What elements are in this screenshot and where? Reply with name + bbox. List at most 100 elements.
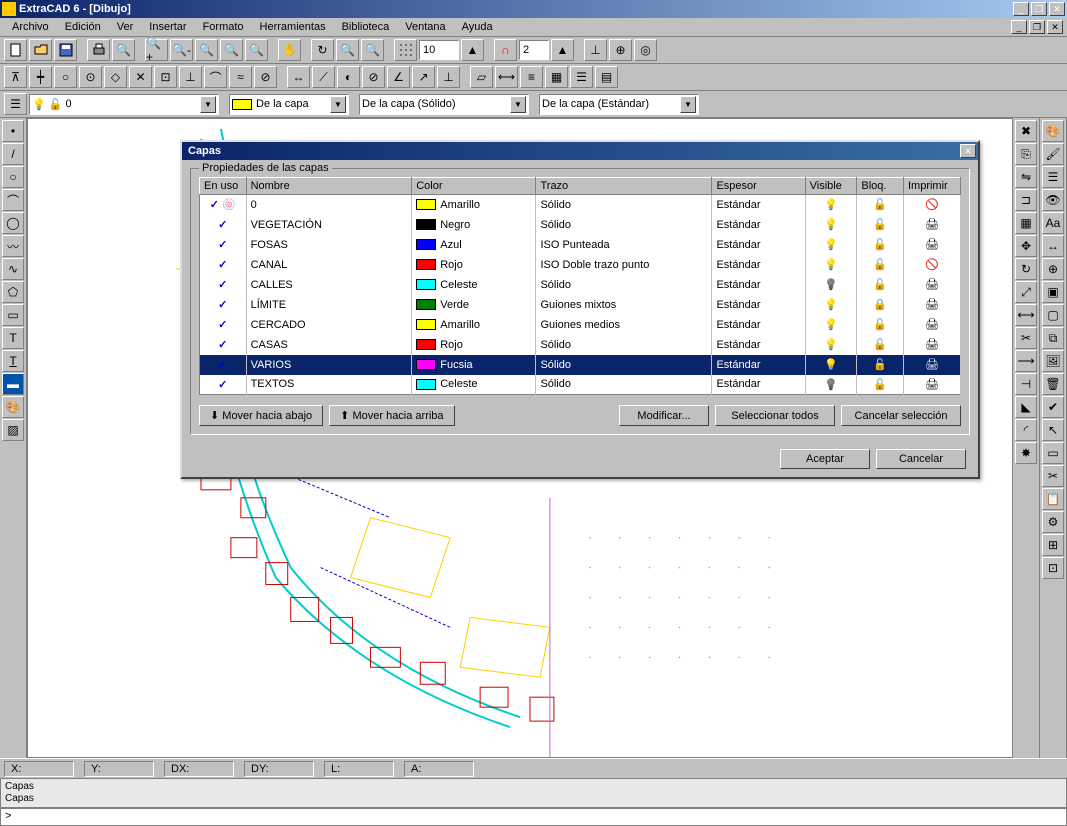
extend-button[interactable]: ⟶ [1015, 350, 1037, 372]
area-button[interactable]: ▱ [470, 66, 493, 88]
maximize-button[interactable]: ❐ [1031, 2, 1047, 16]
dim-angle-button[interactable]: ∠ [387, 66, 410, 88]
layer-tool-button[interactable]: ☰ [1042, 166, 1064, 188]
col-en uso[interactable]: En uso [200, 178, 247, 195]
snap-int-button[interactable]: ✕ [129, 66, 152, 88]
osnap-button[interactable]: ⊕ [609, 39, 632, 61]
minimize-button[interactable]: _ [1013, 2, 1029, 16]
lock-icon[interactable] [873, 359, 887, 371]
dim-linear-button[interactable]: ↔ [287, 66, 310, 88]
visibility-icon[interactable] [824, 279, 838, 291]
print-icon[interactable] [925, 219, 939, 231]
visibility-icon[interactable] [824, 199, 838, 211]
layer-row-cercado[interactable]: ✓CERCADOAmarilloGuiones mediosEstándar [200, 315, 961, 335]
snap-button[interactable]: ∩ [494, 39, 517, 61]
redraw-button[interactable]: ↻ [311, 39, 334, 61]
print-icon[interactable] [925, 199, 939, 211]
select-all-button[interactable]: Seleccionar todos [715, 405, 835, 426]
new-button[interactable] [4, 39, 27, 61]
move-button[interactable]: ✥ [1015, 235, 1037, 257]
snap-center-button[interactable]: ◎ [634, 39, 657, 61]
fillet-button[interactable]: ◜ [1015, 419, 1037, 441]
visibility-icon[interactable] [824, 319, 838, 331]
cancel-button[interactable]: Cancelar [876, 449, 966, 469]
layer-row-vegetación[interactable]: ✓VEGETACIÓNNegroSólidoEstándar [200, 215, 961, 235]
list-button[interactable]: ≡ [520, 66, 543, 88]
layer-row-calles[interactable]: ✓CALLESCelesteSólidoEstándar [200, 275, 961, 295]
image-button[interactable]: 🖼 [1042, 350, 1064, 372]
ortho-button[interactable]: ⊥ [584, 39, 607, 61]
print-preview-button[interactable]: 🔍 [112, 39, 135, 61]
paint-button[interactable]: 🎨 [2, 396, 24, 418]
print-icon[interactable] [925, 319, 939, 331]
snap-tan-button[interactable]: ⌒ [204, 66, 227, 88]
snap-size-input[interactable] [519, 40, 549, 60]
screen-button[interactable]: ▬ [2, 373, 24, 395]
zoom-previous-button[interactable]: 🔍 [245, 39, 268, 61]
xref-button[interactable]: ⧉ [1042, 327, 1064, 349]
linetype-combo[interactable]: De la capa (Sólido) ▼ [359, 94, 529, 115]
snap-quad-button[interactable]: ◇ [104, 66, 127, 88]
doc-minimize-button[interactable]: _ [1011, 20, 1027, 34]
layer-row-0[interactable]: ✓ 🍥0AmarilloSólidoEstándar [200, 195, 961, 215]
point-button[interactable]: • [2, 120, 24, 142]
insert-button[interactable]: ▢ [1042, 304, 1064, 326]
dialog-close-button[interactable]: ✕ [960, 144, 976, 158]
erase-button[interactable]: ✖ [1015, 120, 1037, 142]
tool-18-button[interactable]: ⚙ [1042, 511, 1064, 533]
dim-leader-button[interactable]: ↗ [412, 66, 435, 88]
layers-button[interactable]: ☰ [4, 93, 27, 115]
lock-icon[interactable] [873, 379, 887, 391]
print-icon[interactable] [925, 339, 939, 351]
color-combo[interactable]: De la capa ▼ [229, 94, 349, 115]
dim-radius-button[interactable]: ◐ [337, 66, 360, 88]
dist-button[interactable]: ⟷ [495, 66, 518, 88]
visibility-icon[interactable] [824, 259, 838, 271]
select-button[interactable]: ▭ [1042, 442, 1064, 464]
regen-button[interactable]: 🔍 [336, 39, 359, 61]
tile-button[interactable]: ▤ [595, 66, 618, 88]
audit-button[interactable]: ✔ [1042, 396, 1064, 418]
grid-up-button[interactable]: ▲ [461, 39, 484, 61]
visibility-icon[interactable] [824, 359, 838, 371]
ellipse-button[interactable]: ◯ [2, 212, 24, 234]
zoom-in-button[interactable]: 🔍+ [145, 39, 168, 61]
snap-up-button[interactable]: ▲ [551, 39, 574, 61]
lock-icon[interactable] [873, 319, 887, 331]
modify-props-button[interactable]: 🎨 [1042, 120, 1064, 142]
modify-button[interactable]: Modificar... [619, 405, 709, 426]
visibility-icon[interactable] [824, 379, 838, 391]
layer-row-fosas[interactable]: ✓FOSASAzulISO PunteadaEstándar [200, 235, 961, 255]
spline-button[interactable]: ∿ [2, 258, 24, 280]
tool-20-button[interactable]: ⊡ [1042, 557, 1064, 579]
visibility-icon[interactable] [824, 239, 838, 251]
print-icon[interactable] [925, 279, 939, 291]
col-bloq[interactable]: Bloq. [857, 178, 904, 195]
print-icon[interactable] [925, 359, 939, 371]
move-up-button[interactable]: ⬆ Mover hacia arriba [329, 405, 454, 426]
text-button[interactable]: T [2, 327, 24, 349]
print-button[interactable] [87, 39, 110, 61]
zoom-out-button[interactable]: 🔍- [170, 39, 193, 61]
snap-mid-button[interactable]: ┿ [29, 66, 52, 88]
menu-archivo[interactable]: Archivo [4, 19, 57, 35]
stretch-button[interactable]: ⟷ [1015, 304, 1037, 326]
trim-button[interactable]: ✂ [1015, 327, 1037, 349]
layer-row-textos[interactable]: ✓TEXTOSCelesteSólidoEstándar [200, 375, 961, 395]
visibility-icon[interactable] [824, 299, 838, 311]
view-button[interactable]: 👁 [1042, 189, 1064, 211]
dim-aligned-button[interactable]: ⟋ [312, 66, 335, 88]
print-icon[interactable] [925, 379, 939, 391]
block-button[interactable]: ▣ [1042, 281, 1064, 303]
col-espesor[interactable]: Espesor [712, 178, 805, 195]
visibility-icon[interactable] [824, 339, 838, 351]
zoom-all-button[interactable]: 🔍 [361, 39, 384, 61]
scale-button[interactable]: ⤢ [1015, 281, 1037, 303]
tool-19-button[interactable]: ⊞ [1042, 534, 1064, 556]
menu-formato[interactable]: Formato [195, 19, 252, 35]
open-button[interactable] [29, 39, 52, 61]
menu-biblioteca[interactable]: Biblioteca [334, 19, 398, 35]
cancel-selection-button[interactable]: Cancelar selección [841, 405, 961, 426]
snap-perp-button[interactable]: ⊥ [179, 66, 202, 88]
layers-stack-button[interactable]: ☰ [570, 66, 593, 88]
